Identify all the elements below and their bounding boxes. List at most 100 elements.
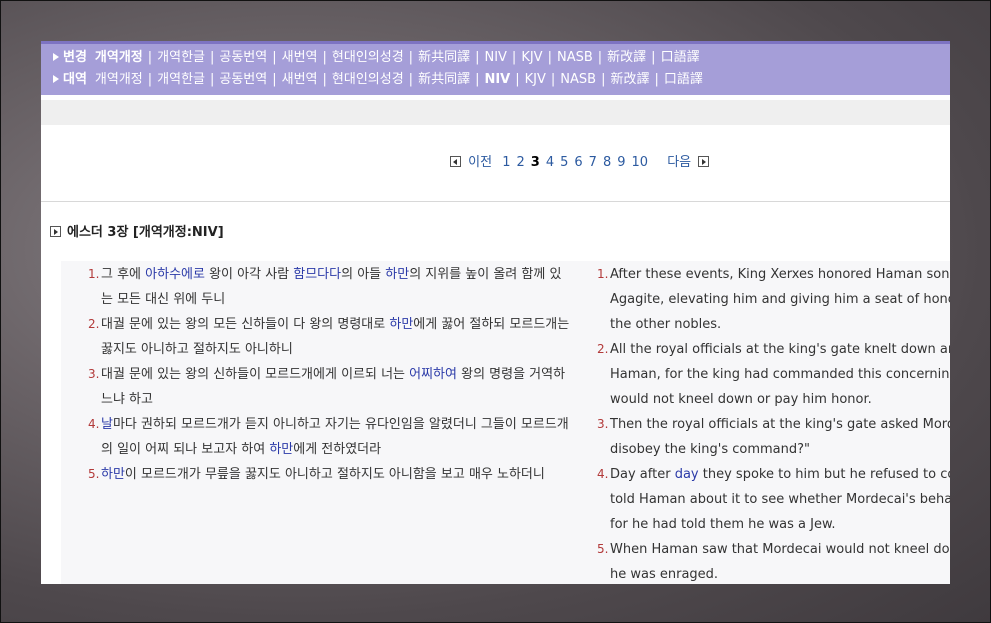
verse-english: 3. Then the royal officials at the king's…	[597, 412, 950, 462]
version-link[interactable]: 새번역	[282, 72, 318, 87]
chapter-title: 에스더 3장 [개역개정:NIV]	[67, 225, 224, 240]
version-link[interactable]: 개역개정	[95, 50, 143, 65]
verse-line: told Haman about it to see whether Morde…	[610, 487, 950, 512]
verse-number: 2.	[597, 342, 609, 356]
verse-text: 대궐 문에 있는 왕의 신하들이 모르드개에게 이르되 너는	[101, 367, 410, 382]
verse-number: 4.	[597, 467, 609, 481]
page-link[interactable]: 4	[546, 155, 554, 170]
prev-link[interactable]: 이전	[468, 155, 492, 170]
version-link[interactable]: KJV	[525, 72, 546, 87]
version-link[interactable]: 새번역	[282, 50, 318, 65]
verse-number: 5.	[88, 467, 100, 481]
next-link[interactable]: 다음	[667, 155, 691, 170]
verse-line: Then the royal officials at the king's g…	[610, 412, 950, 437]
page-link[interactable]: 8	[603, 155, 611, 170]
verse-text: When Haman saw that Mordecai would not k…	[610, 542, 950, 557]
version-link[interactable]: 공동번역	[219, 50, 267, 65]
verse-text: Day after	[610, 467, 675, 482]
verse-number: 3.	[88, 367, 100, 381]
verse-line: the other nobles.	[610, 312, 950, 337]
verse-text: they spoke to him but he refused to com	[698, 467, 950, 482]
version-link[interactable]: 新共同譯	[418, 50, 470, 65]
version-link[interactable]: 현대인의성경	[332, 72, 404, 87]
dictionary-link[interactable]: 하만	[269, 442, 293, 457]
page-link[interactable]: 10	[632, 155, 649, 170]
verse-line: Agagite, elevating him and giving him a …	[610, 287, 950, 312]
dictionary-link[interactable]: 어찌하여	[409, 367, 457, 382]
separator: |	[515, 72, 520, 87]
verse-text: would not kneel down or pay him honor.	[610, 392, 872, 407]
verse-number: 1.	[88, 267, 100, 281]
separator: |	[272, 50, 277, 65]
version-row-change: 변경 개역개정 | 개역한글 | 공동번역 | 새번역 | 현대인의성경 | 新共同譯 | NIV | KJV…	[53, 47, 950, 69]
verse-text: told Haman about it to see whether Morde…	[610, 492, 950, 507]
version-link[interactable]: 현대인의성경	[332, 50, 404, 65]
triangle-icon	[53, 53, 59, 61]
separator: |	[408, 72, 414, 87]
dictionary-link[interactable]: 아하수에로	[145, 267, 205, 282]
dictionary-link[interactable]: 하만	[389, 317, 413, 332]
dictionary-link[interactable]: 날	[101, 417, 113, 432]
verse-line: Day after day they spoke to him but he r…	[610, 462, 950, 487]
page-link[interactable]: 7	[589, 155, 597, 170]
next-arrow-icon[interactable]	[698, 156, 710, 167]
version-link[interactable]: 개역한글	[157, 72, 205, 87]
version-link[interactable]: 口語譯	[661, 50, 700, 65]
separator: |	[550, 72, 556, 87]
version-link[interactable]: NASB	[557, 50, 593, 65]
verse-text: he was enraged.	[610, 567, 719, 582]
english-column: 1. After these events, King Xerxes honore…	[597, 262, 950, 584]
separator: |	[601, 72, 606, 87]
page-link[interactable]: 2	[516, 155, 524, 170]
separator: |	[210, 50, 215, 65]
separator: |	[147, 50, 153, 65]
page-link[interactable]: 6	[574, 155, 582, 170]
page-link[interactable]: 1	[502, 155, 510, 170]
separator: |	[597, 50, 603, 65]
separator: |	[475, 50, 480, 65]
version-bar: 변경 개역개정 | 개역한글 | 공동번역 | 새번역 | 현대인의성경 | 新共同譯 | NIV | KJV…	[41, 44, 950, 95]
separator: |	[210, 72, 215, 87]
verse-text: Haman, for the king had commanded this c…	[610, 367, 950, 382]
page-link[interactable]: 3	[531, 155, 540, 170]
verse-korean: 4. 날마다 권하되 모르드개가 듣지 아니하고 자기는 유다인임을 알렸더니 그…	[88, 412, 570, 462]
version-link[interactable]: NIV	[484, 50, 506, 65]
version-row-label: 변경	[63, 50, 87, 65]
verse-line: would not kneel down or pay him honor.	[610, 387, 950, 412]
version-link[interactable]: 新共同譯	[418, 72, 470, 87]
verse-number: 1.	[597, 267, 609, 281]
browser-window: 변경 개역개정 | 개역한글 | 공동번역 | 새번역 | 현대인의성경 | 新共同譯 | NIV | KJV…	[41, 41, 950, 584]
verse-text: 왕이 아각 사람	[204, 267, 294, 282]
verse-line: Haman, for the king had commanded this c…	[610, 362, 950, 387]
verse-number: 2.	[88, 317, 100, 331]
version-link[interactable]: NASB	[560, 72, 596, 87]
verse-korean: 2. 대궐 문에 있는 왕의 모든 신하들이 다 왕의 명령대로 하만에게 꿇어 …	[88, 312, 570, 362]
triangle-icon	[53, 75, 59, 83]
version-link[interactable]: KJV	[521, 50, 542, 65]
verse-line: After these events, King Xerxes honored …	[610, 262, 950, 287]
dictionary-link[interactable]: 하만	[101, 467, 125, 482]
dictionary-link[interactable]: 하만	[385, 267, 409, 282]
version-link[interactable]: 新改譯	[607, 50, 646, 65]
separator: |	[651, 50, 656, 65]
verse-line: When Haman saw that Mordecai would not k…	[610, 537, 950, 562]
verse-line: for he had told them he was a Jew.	[610, 512, 950, 537]
verse-number: 3.	[597, 417, 609, 431]
version-link[interactable]: 口語譯	[664, 72, 703, 87]
version-link[interactable]: 개역한글	[157, 50, 205, 65]
dictionary-link[interactable]: 함므다다	[293, 267, 341, 282]
pagination: 이전 1 2 3 4 5 6 7 8 9 10 다음	[450, 151, 710, 170]
verse-line: All the royal officials at the king's ga…	[610, 337, 950, 362]
version-link[interactable]: 新改譯	[610, 72, 649, 87]
verse-line: he was enraged.	[610, 562, 950, 584]
page-link[interactable]: 9	[617, 155, 625, 170]
page-link[interactable]: 5	[560, 155, 568, 170]
dictionary-link[interactable]: day	[675, 467, 699, 482]
separator: |	[272, 72, 277, 87]
chapter-heading: 에스더 3장 [개역개정:NIV]	[50, 221, 224, 240]
version-link[interactable]: 공동번역	[219, 72, 267, 87]
separator: |	[322, 72, 327, 87]
version-link[interactable]: NIV	[484, 72, 510, 87]
prev-arrow-icon[interactable]	[450, 156, 461, 167]
version-link[interactable]: 개역개정	[95, 72, 143, 87]
